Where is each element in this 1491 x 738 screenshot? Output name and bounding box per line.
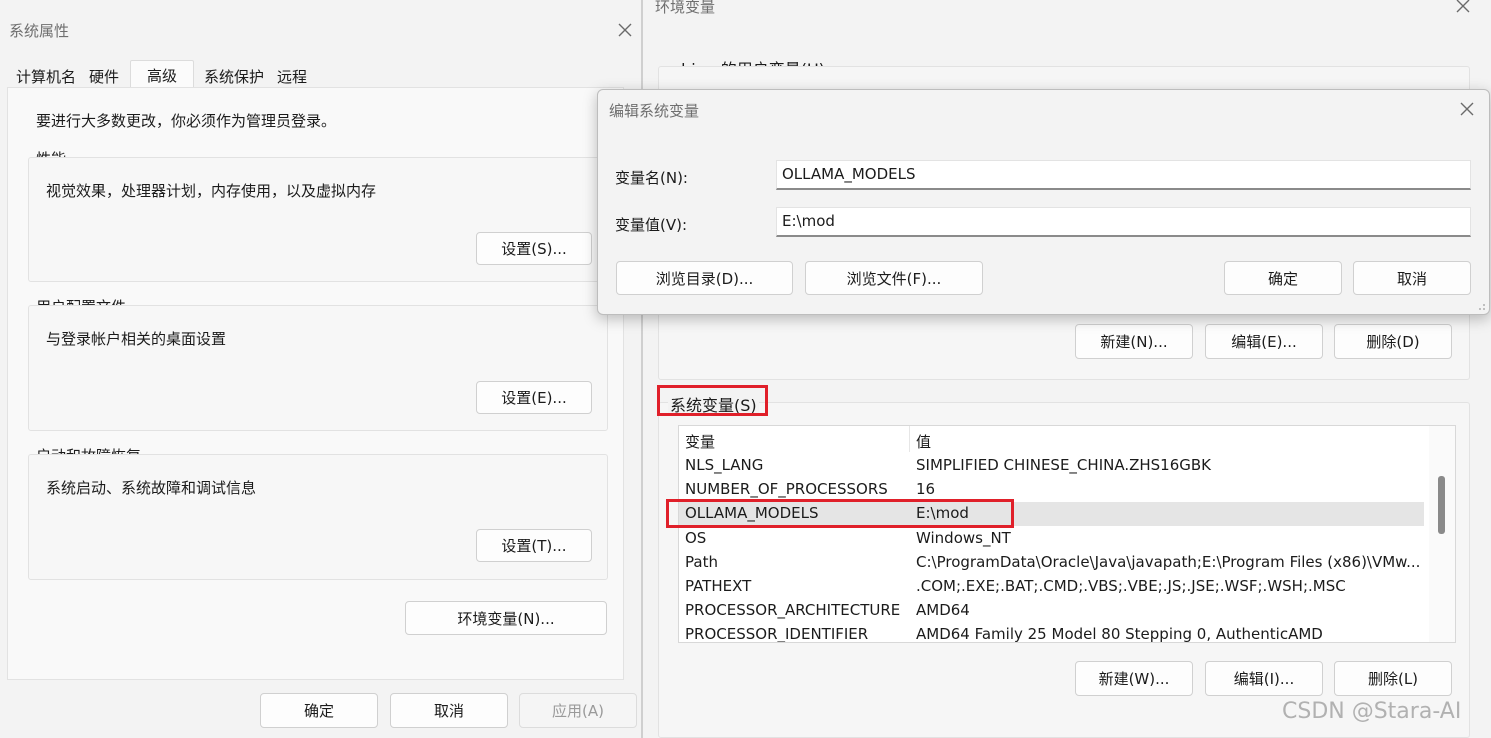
apply-button[interactable]: 应用(A) — [519, 693, 637, 728]
cancel-button[interactable]: 取消 — [390, 693, 508, 728]
window-title: 系统属性 — [9, 22, 70, 40]
column-divider — [909, 426, 910, 452]
edit-system-variable-dialog: 编辑系统变量 变量名(N): OLLAMA_MODELS 变量值(V): E:\… — [597, 89, 1490, 315]
tab-system-protection[interactable]: 系统保护 — [199, 64, 269, 88]
user-delete-button[interactable]: 删除(D) — [1334, 324, 1452, 359]
window-title: 环境变量 — [655, 0, 716, 16]
row-name: PROCESSOR_ARCHITECTURE — [685, 601, 901, 619]
startup-recovery-group: 系统启动、系统故障和调试信息 设置(T)... — [28, 454, 608, 580]
list-header: 变量 值 — [679, 429, 1424, 453]
cancel-button[interactable]: 取消 — [1353, 261, 1471, 295]
variable-value-label: 变量值(V): — [615, 216, 688, 234]
row-name: Path — [685, 553, 718, 571]
row-value: SIMPLIFIED CHINESE_CHINA.ZHS16GBK — [916, 456, 1212, 474]
close-icon[interactable] — [1459, 101, 1475, 117]
user-new-button[interactable]: 新建(N)... — [1075, 324, 1193, 359]
system-new-button[interactable]: 新建(W)... — [1075, 661, 1193, 696]
tab-computer-name[interactable]: 计算机名 — [12, 64, 80, 88]
system-variables-list[interactable]: 变量 值 NLS_LANG SIMPLIFIED CHINESE_CHINA.Z… — [678, 425, 1456, 643]
variable-value-input[interactable]: E:\mod — [776, 207, 1471, 237]
row-value: AMD64 Family 25 Model 80 Stepping 0, Aut… — [916, 625, 1323, 643]
user-profiles-desc: 与登录帐户相关的桌面设置 — [46, 330, 227, 348]
tab-hardware[interactable]: 硬件 — [84, 64, 124, 88]
startup-recovery-desc: 系统启动、系统故障和调试信息 — [46, 479, 257, 497]
performance-group: 视觉效果，处理器计划，内存使用，以及虚拟内存 设置(S)... — [28, 157, 608, 282]
user-profiles-settings-button[interactable]: 设置(E)... — [476, 381, 592, 414]
tab-advanced[interactable]: 高级 — [130, 60, 194, 89]
close-icon[interactable] — [617, 22, 633, 38]
variable-name-input[interactable]: OLLAMA_MODELS — [776, 160, 1471, 190]
close-icon[interactable] — [1455, 0, 1471, 16]
highlight-system-variables-title — [657, 385, 768, 416]
row-value: C:\ProgramData\Oracle\Java\javapath;E:\P… — [916, 553, 1421, 571]
performance-desc: 视觉效果，处理器计划，内存使用，以及虚拟内存 — [46, 182, 377, 200]
environment-variables-button[interactable]: 环境变量(N)... — [405, 601, 607, 635]
tab-remote[interactable]: 远程 — [272, 64, 312, 88]
row-value: Windows_NT — [916, 529, 1011, 547]
row-value: .COM;.EXE;.BAT;.CMD;.VBS;.VBE;.JS;.JSE;.… — [916, 577, 1346, 595]
dialog-title: 编辑系统变量 — [609, 102, 700, 120]
watermark: CSDN @Stara-AI — [1282, 699, 1462, 724]
table-row[interactable]: PROCESSOR_ARCHITECTURE AMD64 — [679, 599, 1424, 623]
user-profiles-group: 与登录帐户相关的桌面设置 设置(E)... — [28, 305, 608, 431]
system-delete-button[interactable]: 删除(L) — [1334, 661, 1452, 696]
table-row[interactable]: Path C:\ProgramData\Oracle\Java\javapath… — [679, 551, 1424, 575]
row-name: PATHEXT — [685, 577, 752, 595]
row-name: NUMBER_OF_PROCESSORS — [685, 480, 888, 498]
system-properties-window: 系统属性 计算机名 硬件 高级 系统保护 远程 要进行大多数更改，你必须作为管理… — [0, 0, 642, 738]
row-name: PROCESSOR_IDENTIFIER — [685, 625, 869, 643]
scrollbar-thumb[interactable] — [1438, 476, 1445, 534]
advanced-tab-panel: 要进行大多数更改，你必须作为管理员登录。 性能 视觉效果，处理器计划，内存使用，… — [7, 87, 624, 680]
startup-recovery-settings-button[interactable]: 设置(T)... — [476, 529, 592, 562]
browse-directory-button[interactable]: 浏览目录(D)... — [616, 261, 793, 295]
variable-name-label: 变量名(N): — [615, 169, 688, 187]
table-row[interactable]: PROCESSOR_IDENTIFIER AMD64 Family 25 Mod… — [679, 623, 1424, 643]
admin-note: 要进行大多数更改，你必须作为管理员登录。 — [36, 112, 337, 130]
table-row[interactable]: NLS_LANG SIMPLIFIED CHINESE_CHINA.ZHS16G… — [679, 454, 1424, 478]
column-header-name[interactable]: 变量 — [685, 431, 715, 452]
table-row[interactable]: OS Windows_NT — [679, 527, 1424, 551]
row-name: NLS_LANG — [685, 456, 764, 474]
ok-button[interactable]: 确定 — [1224, 261, 1342, 295]
resize-grip-icon[interactable] — [1478, 303, 1486, 311]
ok-button[interactable]: 确定 — [260, 693, 378, 728]
system-edit-button[interactable]: 编辑(I)... — [1205, 661, 1323, 696]
user-edit-button[interactable]: 编辑(E)... — [1205, 324, 1323, 359]
performance-settings-button[interactable]: 设置(S)... — [476, 232, 592, 265]
row-name: OS — [685, 529, 707, 547]
column-header-value[interactable]: 值 — [916, 431, 931, 452]
table-row[interactable]: PATHEXT .COM;.EXE;.BAT;.CMD;.VBS;.VBE;.J… — [679, 575, 1424, 599]
highlight-ollama-row — [666, 499, 1014, 528]
vertical-scrollbar[interactable] — [1429, 426, 1455, 642]
row-value: AMD64 — [916, 601, 970, 619]
row-value: 16 — [916, 480, 936, 498]
browse-file-button[interactable]: 浏览文件(F)... — [805, 261, 983, 295]
